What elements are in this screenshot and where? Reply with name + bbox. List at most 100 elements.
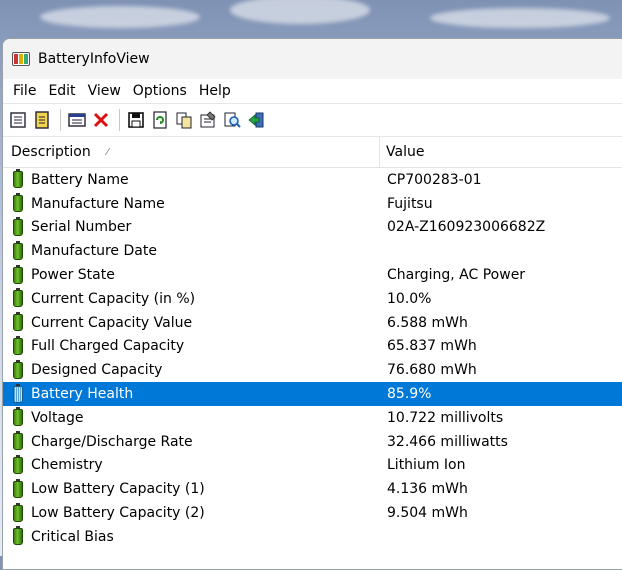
battery-icon — [13, 193, 23, 213]
value-cell: Charging, AC Power — [387, 267, 526, 284]
list-row[interactable]: Low Battery Capacity (1) 4.136 mWh — [3, 477, 622, 501]
list-row[interactable]: Manufacture Name Fujitsu — [3, 192, 622, 216]
list-row[interactable]: Manufacture Date — [3, 239, 622, 263]
list-row[interactable]: Designed Capacity 76.680 mWh — [3, 358, 622, 382]
list-row[interactable]: Critical Bias — [3, 525, 622, 549]
description-cell: Battery Name — [3, 169, 380, 189]
menu-bar: File Edit View Options Help — [3, 79, 622, 103]
description-cell: Power State — [3, 264, 380, 284]
description-cell: Charge/Discharge Rate — [3, 431, 380, 451]
battery-icon — [13, 288, 23, 308]
list-row[interactable]: Low Battery Capacity (2) 9.504 mWh — [3, 501, 622, 525]
battery-icon — [13, 359, 23, 379]
list-row[interactable]: Battery Name CP700283-01 — [3, 168, 622, 192]
battery-icon — [13, 526, 23, 546]
list-header: Description ⁄ Value — [3, 137, 622, 168]
battery-icon — [13, 383, 23, 403]
refresh-icon[interactable] — [149, 109, 171, 131]
window-title: BatteryInfoView — [38, 51, 150, 67]
description-cell: Manufacture Name — [3, 193, 380, 213]
description-cell: Battery Health — [3, 383, 380, 403]
value-cell: Fujitsu — [387, 195, 433, 212]
list-row[interactable]: Serial Number 02A-Z160923006682Z — [3, 216, 622, 240]
description-label: Charge/Discharge Rate — [31, 433, 193, 450]
description-cell: Current Capacity (in %) — [3, 288, 380, 308]
battery-icon — [13, 454, 23, 474]
description-label: Manufacture Name — [31, 195, 165, 212]
value-cell: 10.722 millivolts — [387, 409, 504, 426]
toolbar — [3, 103, 622, 137]
properties-window-icon[interactable] — [66, 109, 88, 131]
battery-icon — [13, 335, 23, 355]
description-label: Voltage — [31, 409, 84, 426]
value-cell: 10.0% — [387, 290, 432, 307]
description-label: Current Capacity Value — [31, 314, 193, 331]
description-label: Full Charged Capacity — [31, 338, 185, 355]
value-cell: 32.466 milliwatts — [387, 433, 508, 450]
description-label: Manufacture Date — [31, 243, 157, 260]
description-label: Battery Name — [31, 171, 129, 188]
description-label: Chemistry — [31, 457, 103, 474]
column-header-description-label: Description — [11, 144, 91, 160]
toolbar-separator — [60, 109, 61, 131]
delete-icon[interactable] — [90, 109, 112, 131]
app-icon — [12, 52, 30, 66]
list-row[interactable]: Battery Health 85.9% — [3, 382, 622, 406]
menu-help[interactable]: Help — [193, 83, 237, 99]
battery-icon — [13, 264, 23, 284]
description-cell: Critical Bias — [3, 526, 380, 546]
list-row[interactable]: Current Capacity (in %) 10.0% — [3, 287, 622, 311]
description-cell: Designed Capacity — [3, 359, 380, 379]
list-row[interactable]: Chemistry Lithium Ion — [3, 454, 622, 478]
app-window: BatteryInfoView File Edit View Options Help — [2, 38, 622, 570]
list-row[interactable]: Charge/Discharge Rate 32.466 milliwatts — [3, 430, 622, 454]
description-cell: Chemistry — [3, 454, 380, 474]
sort-indicator-icon: ⁄ — [106, 146, 109, 158]
menu-file[interactable]: File — [7, 83, 42, 99]
description-cell: Low Battery Capacity (2) — [3, 502, 380, 522]
value-cell: 65.837 mWh — [387, 338, 477, 355]
value-cell: 02A-Z160923006682Z — [387, 219, 546, 236]
list-row[interactable]: Voltage 10.722 millivolts — [3, 406, 622, 430]
copy-icon[interactable] — [173, 109, 195, 131]
description-cell: Low Battery Capacity (1) — [3, 478, 380, 498]
description-cell: Serial Number — [3, 216, 380, 236]
description-label: Critical Bias — [31, 528, 114, 545]
find-icon[interactable] — [221, 109, 243, 131]
exit-icon[interactable] — [245, 109, 267, 131]
menu-options[interactable]: Options — [127, 83, 193, 99]
properties-icon[interactable] — [197, 109, 219, 131]
desktop-wallpaper — [0, 0, 622, 40]
description-label: Low Battery Capacity (1) — [31, 481, 205, 498]
menu-edit[interactable]: Edit — [42, 83, 81, 99]
battery-icon — [13, 407, 23, 427]
description-label: Current Capacity (in %) — [31, 290, 196, 307]
description-label: Serial Number — [31, 219, 132, 236]
value-cell: 9.504 mWh — [387, 505, 468, 522]
description-label: Low Battery Capacity (2) — [31, 505, 205, 522]
text-report-icon[interactable] — [31, 109, 53, 131]
list-row[interactable]: Current Capacity Value 6.588 mWh — [3, 311, 622, 335]
list-row[interactable]: Full Charged Capacity 65.837 mWh — [3, 335, 622, 359]
column-header-value-label: Value — [386, 144, 425, 160]
description-label: Power State — [31, 267, 115, 284]
list-row[interactable]: Power State Charging, AC Power — [3, 263, 622, 287]
description-cell: Current Capacity Value — [3, 312, 380, 332]
description-cell: Manufacture Date — [3, 240, 380, 260]
value-cell: 76.680 mWh — [387, 362, 477, 379]
column-header-value[interactable]: Value — [380, 137, 424, 167]
column-header-description[interactable]: Description ⁄ — [3, 137, 380, 167]
battery-icon — [13, 502, 23, 522]
value-cell: Lithium Ion — [387, 457, 466, 474]
save-icon[interactable] — [125, 109, 147, 131]
menu-view[interactable]: View — [82, 83, 127, 99]
html-report-icon[interactable] — [7, 109, 29, 131]
description-label: Designed Capacity — [31, 362, 163, 379]
battery-info-list: Battery Name CP700283-01 Manufacture Name F… — [3, 168, 622, 549]
value-cell: 4.136 mWh — [387, 481, 468, 498]
battery-icon — [13, 431, 23, 451]
battery-icon — [13, 478, 23, 498]
description-label: Battery Health — [31, 386, 134, 403]
description-cell: Full Charged Capacity — [3, 335, 380, 355]
title-bar[interactable]: BatteryInfoView — [3, 39, 622, 79]
